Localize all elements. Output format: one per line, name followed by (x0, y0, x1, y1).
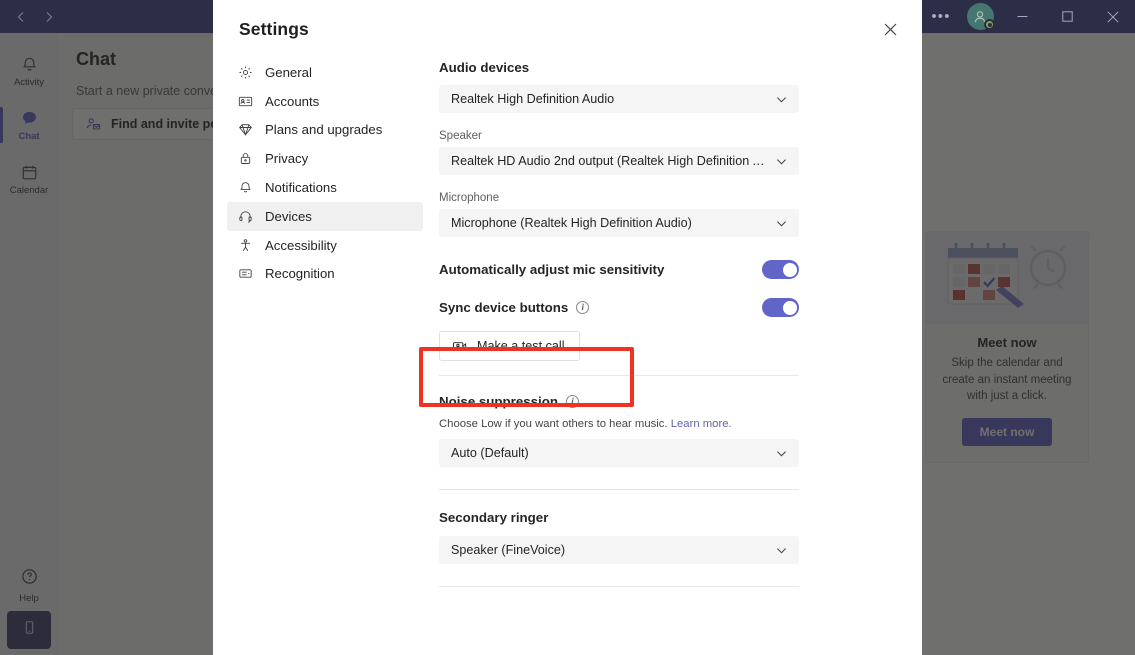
speaker-value: Realtek HD Audio 2nd output (Realtek Hig… (451, 154, 775, 168)
noise-suppression-select[interactable]: Auto (Default) (439, 439, 799, 467)
make-a-test-call-label: Make a test call (477, 339, 565, 353)
sync-device-buttons-heading: Sync device buttons i (439, 300, 589, 315)
audio-devices-select[interactable]: Realtek High Definition Audio (439, 85, 799, 113)
settings-nav-label-accounts: Accounts (265, 94, 319, 109)
settings-nav-item-notifications[interactable]: Notifications (227, 173, 423, 202)
headset-icon (237, 209, 254, 224)
settings-nav-label-general: General (265, 65, 312, 80)
noise-suppression-label: Noise suppression (439, 394, 558, 409)
learn-more-link[interactable]: Learn more. (671, 418, 732, 430)
audio-devices-value: Realtek High Definition Audio (451, 92, 622, 106)
settings-nav-item-accounts[interactable]: Accounts (227, 87, 423, 116)
settings-nav-label-privacy: Privacy (265, 151, 308, 166)
secondary-ringer-select[interactable]: Speaker (FineVoice) (439, 536, 799, 564)
audio-devices-heading: Audio devices (439, 60, 799, 75)
speaker-select[interactable]: Realtek HD Audio 2nd output (Realtek Hig… (439, 147, 799, 175)
noise-suppression-heading: Noise suppression i (439, 394, 799, 409)
sync-device-buttons-toggle[interactable] (762, 298, 799, 317)
sync-device-buttons-label: Sync device buttons (439, 300, 568, 315)
section-divider (439, 586, 799, 587)
chevron-down-icon (775, 93, 788, 106)
settings-dialog: Settings General Accounts (213, 0, 922, 655)
gear-icon (237, 65, 254, 80)
settings-nav-label-accessibility: Accessibility (265, 238, 337, 253)
microphone-value: Microphone (Realtek High Definition Audi… (451, 216, 700, 230)
settings-nav-item-privacy[interactable]: Privacy (227, 144, 423, 173)
badge-icon (237, 266, 254, 281)
settings-nav-item-general[interactable]: General (227, 58, 423, 87)
chevron-down-icon (775, 155, 788, 168)
settings-nav-label-recognition: Recognition (265, 266, 335, 281)
settings-nav-item-accessibility[interactable]: Accessibility (227, 231, 423, 260)
lock-icon (237, 151, 254, 166)
settings-nav-item-recognition[interactable]: Recognition (227, 260, 423, 289)
speaker-label: Speaker (439, 130, 799, 142)
secondary-ringer-heading: Secondary ringer (439, 510, 799, 525)
chevron-down-icon (775, 217, 788, 230)
close-icon (884, 23, 897, 41)
noise-suppression-helper-text: Choose Low if you want others to hear mu… (439, 418, 668, 430)
settings-close-button[interactable] (874, 16, 906, 48)
accessibility-icon (237, 238, 254, 253)
section-divider (439, 489, 799, 490)
settings-nav-label-plans-and-upgrades: Plans and upgrades (265, 122, 382, 137)
chevron-down-icon (775, 447, 788, 460)
microphone-label: Microphone (439, 192, 799, 204)
id-card-icon (237, 94, 254, 109)
settings-nav-item-devices[interactable]: Devices (227, 202, 423, 231)
noise-suppression-helper: Choose Low if you want others to hear mu… (439, 418, 799, 430)
noise-suppression-value: Auto (Default) (451, 446, 537, 460)
info-icon[interactable]: i (566, 395, 579, 408)
auto-mic-sensitivity-row: Automatically adjust mic sensitivity (439, 260, 799, 279)
info-icon[interactable]: i (576, 301, 589, 314)
diamond-icon (237, 122, 254, 137)
section-divider (439, 375, 799, 376)
auto-mic-sensitivity-toggle[interactable] (762, 260, 799, 279)
microphone-select[interactable]: Microphone (Realtek High Definition Audi… (439, 209, 799, 237)
make-a-test-call-button[interactable]: Make a test call (439, 331, 580, 361)
settings-title: Settings (239, 19, 309, 40)
bell-icon (237, 180, 254, 195)
secondary-ringer-value: Speaker (FineVoice) (451, 543, 573, 557)
settings-nav: General Accounts Plans and upgrades Priv… (227, 58, 423, 288)
auto-mic-sensitivity-label: Automatically adjust mic sensitivity (439, 262, 664, 277)
chevron-down-icon (775, 544, 788, 557)
settings-nav-item-plans-and-upgrades[interactable]: Plans and upgrades (227, 116, 423, 145)
test-call-icon (452, 339, 467, 354)
sync-device-buttons-row: Sync device buttons i (439, 298, 799, 317)
settings-nav-label-notifications: Notifications (265, 180, 337, 195)
teams-app-window: ••• Activity (0, 0, 1135, 655)
settings-nav-label-devices: Devices (265, 209, 312, 224)
devices-settings-panel: Audio devices Realtek High Definition Au… (439, 60, 799, 587)
